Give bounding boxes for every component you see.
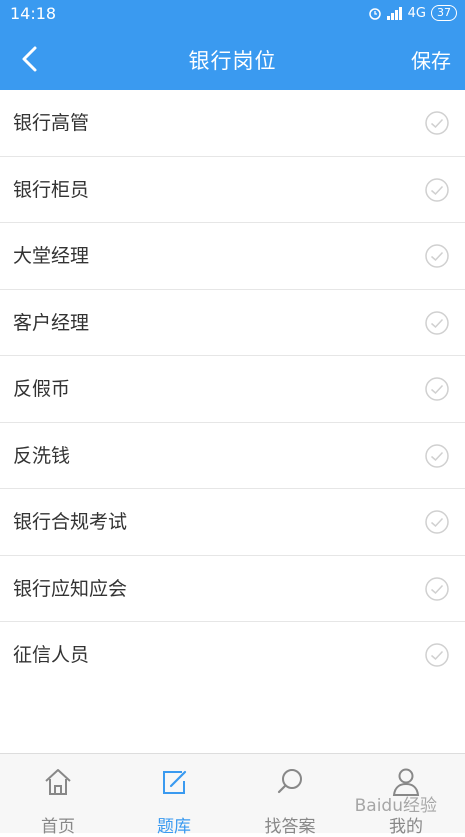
list-item-label: 反洗钱 [13,444,71,467]
search-icon [277,769,302,794]
list-item-label: 大堂经理 [13,245,90,267]
battery-icon: 37 [431,5,457,21]
home-icon [45,769,71,795]
list-item[interactable]: 大堂经理 [0,223,465,290]
list-item-label: 反假币 [13,378,71,400]
check-icon[interactable] [425,111,449,135]
check-icon[interactable] [425,443,449,468]
list-item-label: 银行合规考试 [13,511,128,533]
check-icon[interactable] [425,177,449,202]
check-icon[interactable] [425,377,449,401]
list-item[interactable]: 银行应知应会 [0,556,465,622]
save-button[interactable]: 保存 [411,45,451,74]
list-item-label: 银行应知应会 [13,577,128,600]
list-item[interactable]: 征信人员 [0,622,465,689]
tab-home[interactable]: 首页 [0,754,116,837]
edit-icon [163,770,187,794]
tab-label: 题库 [157,817,191,837]
list-item[interactable]: 银行柜员 [0,157,465,223]
tab-label: 找答案 [264,817,316,837]
check-icon[interactable] [425,244,449,268]
tab-question-bank[interactable]: 题库 [116,754,232,837]
list-item-label: 银行高管 [13,112,90,134]
list-item[interactable]: 反洗钱 [0,423,465,489]
navbar: 银行岗位 保存 [0,28,465,90]
page-title: 银行岗位 [188,49,277,73]
check-icon[interactable] [425,576,449,601]
alarm-icon [368,8,381,20]
tab-label: 首页 [41,817,75,837]
status-time: 14:18 [10,4,57,23]
network-type: 4G [407,5,426,21]
check-icon[interactable] [425,643,449,667]
list-item-label: 客户经理 [13,311,90,334]
check-icon[interactable] [425,510,449,534]
list-item[interactable]: 客户经理 [0,290,465,356]
status-icons: 4G 37 [368,5,457,21]
position-list: 银行高管 银行柜员 大堂经理 客户经理 反假币 反洗钱 银行合规考试 银行应知应… [0,90,465,689]
watermark: Baidu经验 [354,796,437,816]
status-bar: 14:18 4G 37 [0,0,465,28]
list-item[interactable]: 银行高管 [0,90,465,157]
list-item[interactable]: 银行合规考试 [0,489,465,556]
list-item-label: 银行柜员 [13,178,90,201]
signal-icon [386,6,402,20]
tab-find-answers[interactable]: 找答案 [232,754,348,837]
list-item[interactable]: 反假币 [0,356,465,423]
list-item-label: 征信人员 [13,644,90,666]
check-icon[interactable] [425,310,449,335]
